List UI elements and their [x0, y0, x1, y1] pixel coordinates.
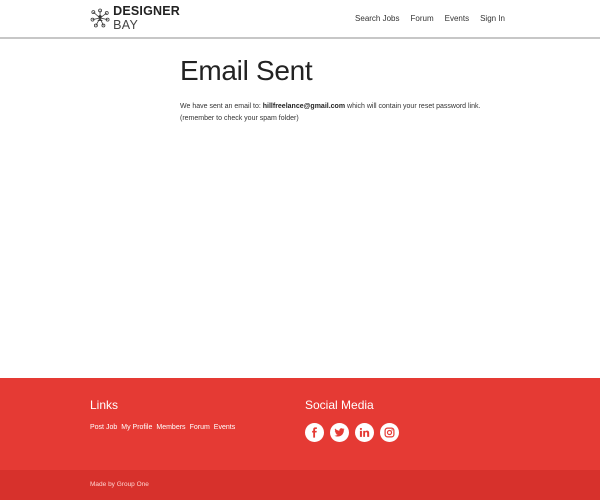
footer-bottom-bar: Made by Group One [0, 470, 600, 500]
footer-link-my-profile[interactable]: My Profile [121, 424, 152, 431]
footer-social-heading: Social Media [305, 398, 374, 412]
nav-sign-in[interactable]: Sign In [480, 14, 505, 23]
confirmation-message: We have sent an email to: hillfreelance@… [180, 101, 510, 125]
footer-link-events[interactable]: Events [214, 424, 235, 431]
network-people-icon [90, 8, 110, 28]
made-by-credit: Made by Group One [90, 481, 149, 488]
nav-events[interactable]: Events [445, 14, 469, 23]
footer-link-post-job[interactable]: Post Job [90, 424, 117, 431]
message-prefix: We have sent an email to: [180, 103, 263, 110]
instagram-icon[interactable] [380, 423, 399, 442]
logo-line1: DESIGNER [113, 4, 180, 18]
footer-links-list: Post Job My Profile Members Forum Events [90, 424, 235, 431]
message-suffix: which will contain your reset password l… [345, 103, 481, 110]
footer-links-heading: Links [90, 398, 119, 412]
footer-link-members[interactable]: Members [156, 424, 185, 431]
main-content: Email Sent We have sent an email to: hil… [180, 55, 510, 125]
facebook-icon[interactable] [305, 423, 324, 442]
footer-links-section: Links Post Job My Profile Members Forum … [90, 398, 235, 431]
site-header: DESIGNER BAY Search Jobs Forum Events Si… [0, 0, 600, 39]
linkedin-icon[interactable] [355, 423, 374, 442]
site-footer: Links Post Job My Profile Members Forum … [0, 378, 600, 500]
logo-line2: BAY [113, 17, 139, 32]
nav-search-jobs[interactable]: Search Jobs [355, 14, 399, 23]
footer-social-section: Social Media [305, 398, 399, 442]
twitter-icon[interactable] [330, 423, 349, 442]
recipient-email: hillfreelance@gmail.com [262, 103, 346, 110]
main-nav: Search Jobs Forum Events Sign In [355, 14, 505, 23]
logo-text: DESIGNER BAY [113, 5, 180, 31]
footer-link-forum[interactable]: Forum [190, 424, 210, 431]
nav-forum[interactable]: Forum [411, 14, 434, 23]
social-icons [305, 423, 399, 442]
site-logo[interactable]: DESIGNER BAY [90, 2, 180, 34]
spam-note: (remember to check your spam folder) [180, 115, 299, 122]
page-title: Email Sent [180, 55, 313, 86]
